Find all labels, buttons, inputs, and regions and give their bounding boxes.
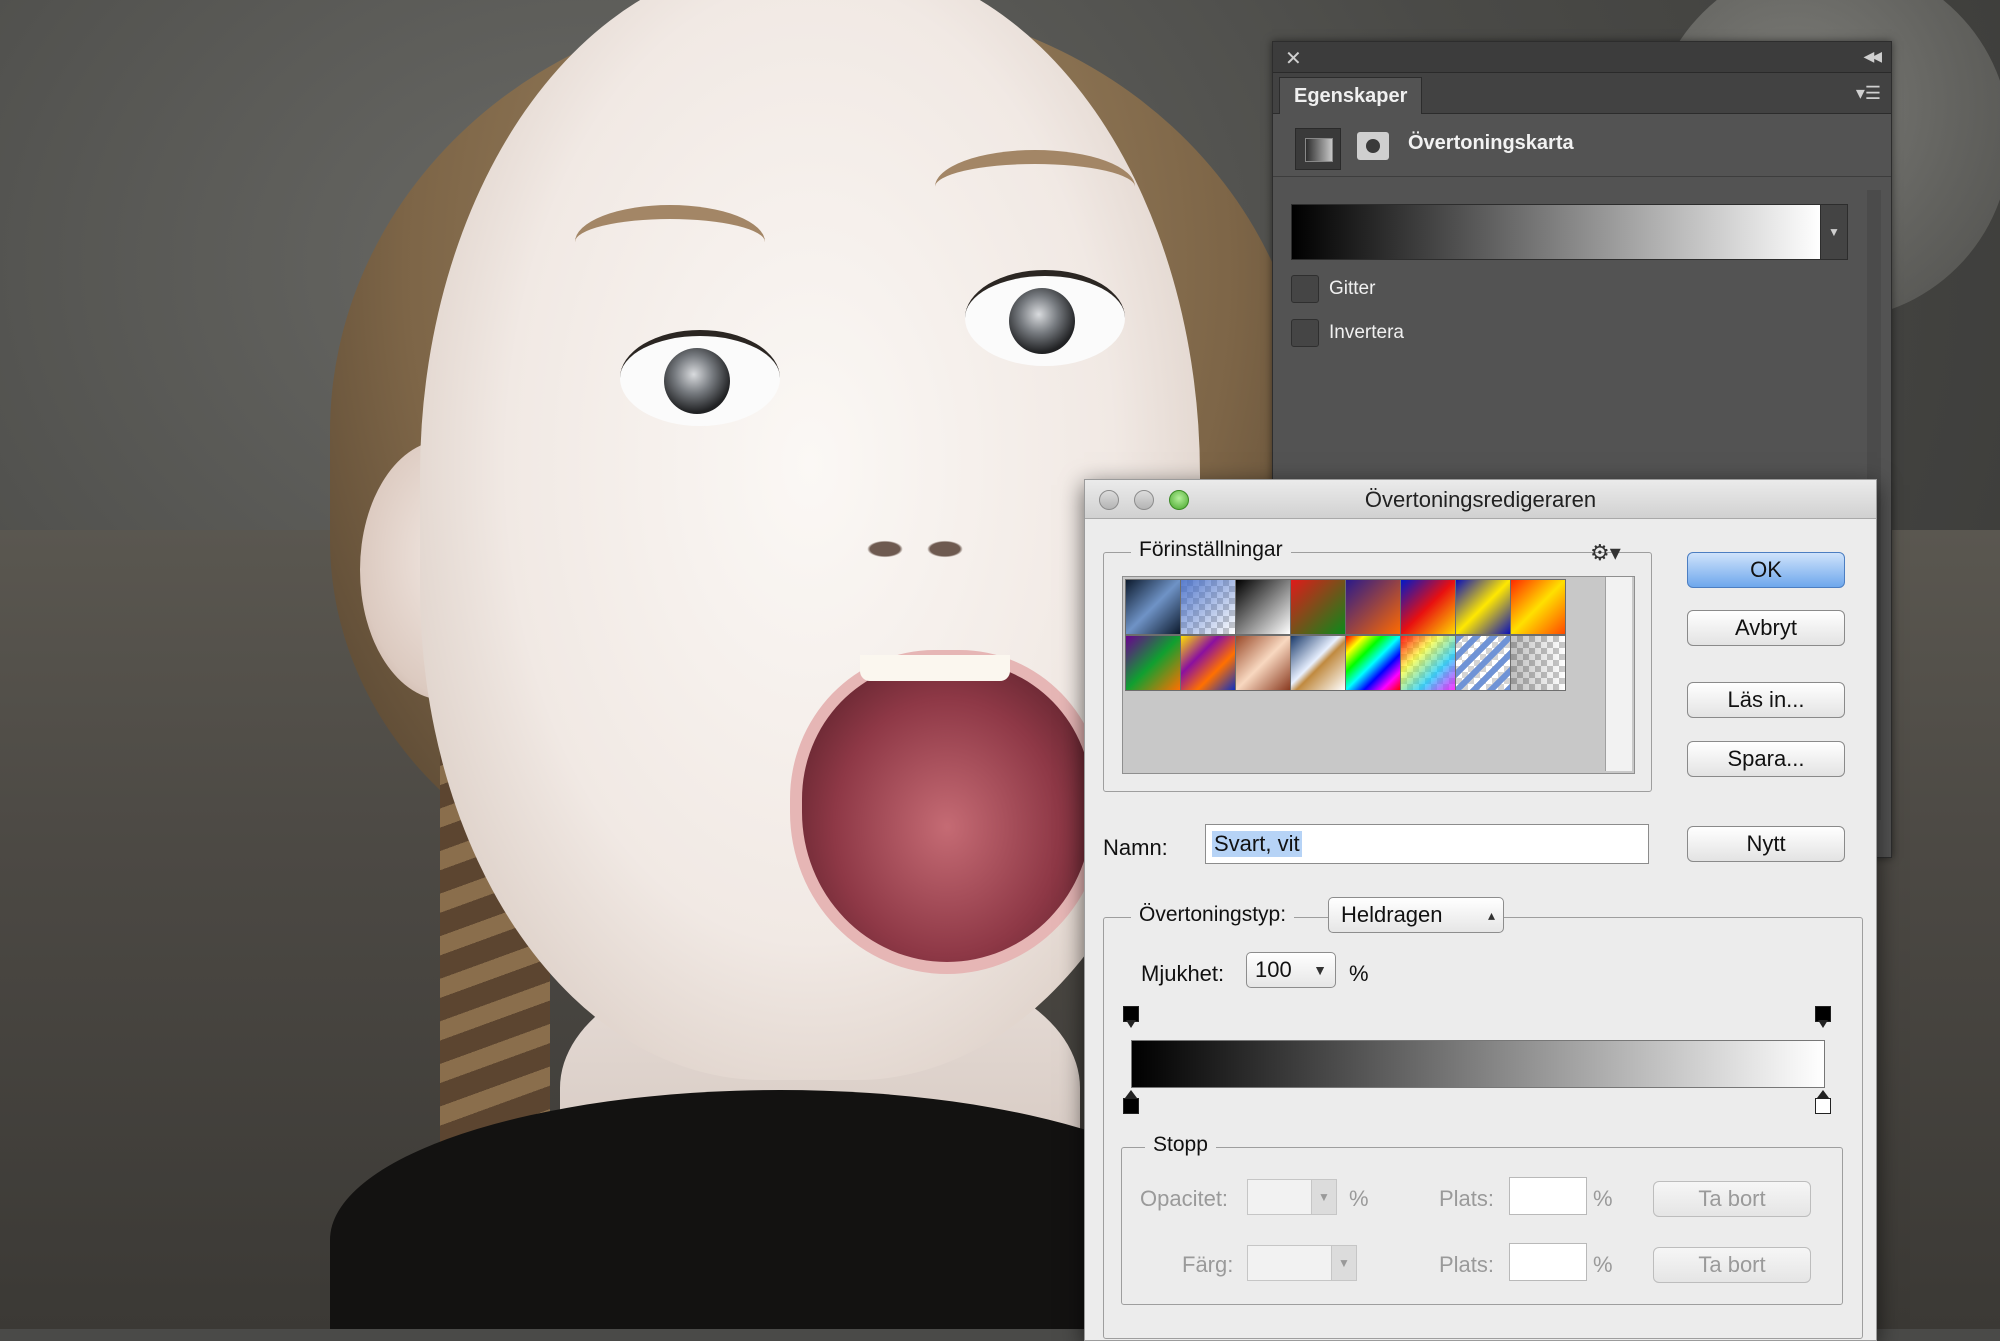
left-eyebrow	[575, 205, 765, 279]
name-value: Svart, vit	[1212, 831, 1302, 857]
preset-swatch-steel[interactable]	[1125, 579, 1181, 635]
color-stop-left[interactable]	[1123, 1090, 1139, 1114]
gradient-ramp[interactable]	[1131, 1040, 1825, 1088]
gradient-map-icon[interactable]	[1295, 128, 1341, 170]
opacity-stop-right[interactable]	[1815, 1006, 1831, 1028]
right-eyebrow	[935, 150, 1135, 224]
preset-swatch-copper[interactable]	[1235, 635, 1291, 691]
collapse-icon[interactable]: ◀◀	[1863, 48, 1881, 65]
preset-swatch-yellow-violet-orange-blue[interactable]	[1180, 635, 1236, 691]
dither-checkbox[interactable]	[1291, 275, 1319, 303]
preset-swatch-chrome[interactable]	[1290, 635, 1346, 691]
dialog-titlebar: Övertoningsredigeraren	[1085, 480, 1876, 519]
dither-label: Gitter	[1329, 278, 1376, 299]
smoothness-value: 100	[1255, 957, 1292, 982]
preset-swatch-spectrum[interactable]	[1345, 635, 1401, 691]
teeth	[860, 655, 1010, 681]
gradient-dropdown-arrow[interactable]: ▼	[1820, 204, 1848, 260]
gradient-type-label: Övertoningstyp:	[1131, 903, 1295, 927]
dialog-title: Övertoningsredigeraren	[1364, 487, 1597, 512]
color-stop-right[interactable]	[1815, 1090, 1831, 1114]
panel-menu-icon[interactable]: ▾☰	[1856, 83, 1881, 104]
right-eye	[965, 270, 1125, 366]
cancel-button[interactable]: Avbryt	[1687, 610, 1845, 646]
tab-properties[interactable]: Egenskaper	[1279, 77, 1423, 114]
location-label-opacity: Plats:	[1439, 1186, 1495, 1211]
left-eye	[620, 330, 780, 426]
delete-opacity-stop-button[interactable]: Ta bort	[1653, 1181, 1811, 1217]
smoothness-label: Mjukhet:	[1141, 961, 1225, 986]
preset-swatch-blue-yellow-blue[interactable]	[1455, 579, 1511, 635]
color-field[interactable]: ▼	[1247, 1245, 1357, 1281]
opacity-percent: %	[1349, 1186, 1369, 1211]
gradient-preview[interactable]	[1291, 204, 1821, 260]
load-button[interactable]: Läs in...	[1687, 682, 1845, 718]
adjustment-title: Övertoningskarta	[1408, 132, 1574, 154]
new-button[interactable]: Nytt	[1687, 826, 1845, 862]
chevron-down-icon: ▼	[1311, 1180, 1336, 1214]
preset-swatch-violet-green-orange[interactable]	[1125, 635, 1181, 691]
delete-color-stop-button[interactable]: Ta bort	[1653, 1247, 1811, 1283]
mask-icon[interactable]	[1353, 128, 1393, 164]
presets-label: Förinställningar	[1131, 538, 1291, 562]
ok-button[interactable]: OK	[1687, 552, 1845, 588]
location-percent-color: %	[1593, 1252, 1613, 1277]
open-mouth	[790, 650, 1104, 974]
smoothness-percent: %	[1349, 961, 1369, 986]
adjustment-header: Övertoningskarta	[1273, 114, 1891, 177]
preset-swatch-violet-orange[interactable]	[1345, 579, 1401, 635]
gradient-editor-dialog: Övertoningsredigeraren Förinställningar …	[1084, 479, 1877, 1341]
preset-swatch-orange-yellow-orange[interactable]	[1510, 579, 1566, 635]
location-field-opacity[interactable]	[1509, 1177, 1587, 1215]
preset-swatch-transparent-stripes[interactable]	[1455, 635, 1511, 691]
preset-swatch-transparent-rainbow[interactable]	[1400, 635, 1456, 691]
close-icon[interactable]: ✕	[1285, 46, 1302, 71]
stops-label: Stopp	[1145, 1133, 1216, 1157]
save-button[interactable]: Spara...	[1687, 741, 1845, 777]
opacity-stop-left[interactable]	[1123, 1006, 1139, 1028]
chevron-down-icon: ▼	[1331, 1246, 1356, 1280]
gradient-type-value: Heldragen	[1341, 902, 1443, 927]
location-label-color: Plats:	[1439, 1252, 1495, 1277]
reverse-checkbox[interactable]	[1291, 319, 1319, 347]
smoothness-field[interactable]: 100 ▼	[1246, 952, 1336, 988]
color-label: Färg:	[1182, 1252, 1234, 1277]
location-percent-opacity: %	[1593, 1186, 1613, 1211]
name-label: Namn:	[1103, 835, 1168, 860]
opacity-field[interactable]: ▼	[1247, 1179, 1337, 1215]
preset-swatch-red-green[interactable]	[1290, 579, 1346, 635]
preset-swatch-transparent-blue[interactable]	[1180, 579, 1236, 635]
location-field-color[interactable]	[1509, 1243, 1587, 1281]
preset-swatch-black-white[interactable]	[1235, 579, 1291, 635]
chevron-down-icon: ▼	[1313, 962, 1327, 978]
gradient-type-select[interactable]: Heldragen ▴	[1328, 897, 1504, 933]
name-field[interactable]: Svart, vit	[1205, 824, 1649, 864]
preset-scrollbar[interactable]	[1605, 577, 1632, 771]
panel-tabs: Egenskaper ▾☰	[1273, 73, 1891, 114]
opacity-label: Opacitet:	[1140, 1186, 1229, 1211]
updown-arrow-icon: ▴	[1487, 907, 1495, 923]
preset-swatch-blue-red-yellow[interactable]	[1400, 579, 1456, 635]
nose	[840, 500, 990, 570]
panel-topbar: ✕ ◀◀	[1273, 42, 1891, 73]
gear-icon[interactable]: ⚙▾	[1590, 540, 1621, 566]
preset-swatch-neutral-density[interactable]	[1510, 635, 1566, 691]
reverse-label: Invertera	[1329, 322, 1404, 343]
preset-swatch-grid	[1122, 576, 1635, 774]
